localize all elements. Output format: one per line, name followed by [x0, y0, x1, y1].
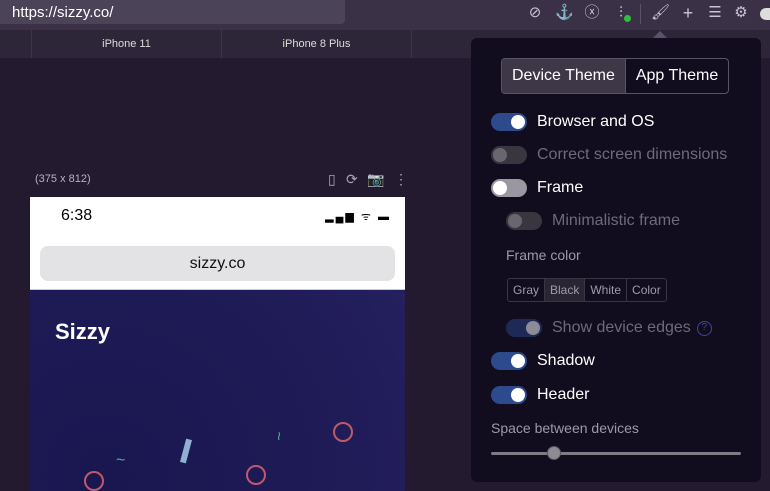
device-theme-tab[interactable]: Device Theme: [502, 59, 626, 93]
confetti-circle: [246, 465, 266, 485]
toggle[interactable]: [491, 113, 527, 131]
camera-icon[interactable]: 📷: [367, 171, 384, 187]
close-circle-icon[interactable]: ⓧ: [583, 4, 601, 22]
shadow-toggle-row[interactable]: Shadow: [491, 352, 595, 370]
more-icon[interactable]: ⋮: [394, 171, 408, 187]
frame-color-white[interactable]: White: [585, 279, 628, 301]
frame-color-gray[interactable]: Gray: [508, 279, 546, 301]
correct-dimensions-toggle-row[interactable]: Correct screen dimensions: [491, 146, 727, 164]
show-edges-toggle-row[interactable]: Show device edges?: [506, 319, 712, 337]
toggle-label: Show device edges: [552, 319, 691, 336]
signal-wifi-battery-icon: ▂▄▆ ᯤ ▬: [325, 211, 391, 223]
toggle-label: Minimalistic frame: [552, 212, 681, 229]
popover-caret: [653, 31, 667, 38]
space-slider[interactable]: [491, 446, 741, 460]
confetti-squiggle: ~: [269, 431, 287, 441]
toggle[interactable]: [491, 146, 527, 164]
toggle[interactable]: [491, 179, 527, 197]
tab-iphone-8-plus[interactable]: iPhone 8 Plus: [221, 30, 411, 58]
toggle-label: Header: [537, 386, 590, 403]
anchor-icon[interactable]: ⚓: [555, 4, 574, 22]
browser-os-toggle-row[interactable]: Browser and OS: [491, 113, 654, 131]
status-bar: 6:38 ▂▄▆ ᯤ ▬ sizzy.co: [30, 197, 405, 290]
compass-icon[interactable]: ⊘: [526, 4, 544, 22]
toggle[interactable]: [491, 352, 527, 370]
header-toggle-row[interactable]: Header: [491, 386, 589, 404]
phone-icon[interactable]: ▯: [328, 171, 336, 187]
tab-empty: [411, 30, 471, 58]
frame-color-color[interactable]: Color: [627, 279, 666, 301]
toggle-label: Correct screen dimensions: [537, 146, 728, 163]
confetti-bar: [179, 438, 193, 464]
frame-color-black[interactable]: Black: [545, 279, 586, 301]
brush-icon[interactable]: 🖌: [651, 4, 670, 22]
toolbar: https://sizzy.co/ ⊘ ⚓ ⓧ ⫶ 🖌 + ☰ ⚙: [0, 0, 770, 30]
list-icon[interactable]: ☰: [706, 4, 724, 22]
device-dimensions: (375 x 812): [35, 173, 91, 185]
status-time: 6:38: [61, 207, 93, 224]
confetti-squiggle: ~: [116, 452, 126, 469]
tab-iphone-11[interactable]: iPhone 11: [31, 30, 221, 58]
avatar[interactable]: [760, 8, 770, 20]
plus-icon[interactable]: +: [679, 4, 697, 22]
toggle-label: Shadow: [537, 352, 595, 369]
toggle[interactable]: [506, 212, 542, 230]
gear-icon[interactable]: ⚙: [732, 4, 750, 22]
frame-toggle-row[interactable]: Frame: [491, 179, 583, 197]
theme-settings-panel: Device Theme App Theme Browser and OS Co…: [471, 38, 761, 482]
confetti-circle: [333, 422, 353, 442]
url-input[interactable]: https://sizzy.co/: [0, 0, 345, 24]
theme-switch: Device Theme App Theme: [501, 58, 730, 94]
frame-color-selector: Gray Black White Color: [507, 278, 667, 302]
site-logo: Sizzy: [55, 319, 111, 344]
confetti-circle: [84, 471, 104, 491]
device-preview: 6:38 ▂▄▆ ᯤ ▬ sizzy.co Sizzy ~ ~: [30, 197, 405, 491]
space-between-label: Space between devices: [491, 420, 639, 436]
frame-color-label: Frame color: [506, 247, 581, 263]
toggle[interactable]: [506, 319, 542, 337]
mobile-address-bar[interactable]: sizzy.co: [40, 246, 395, 281]
slider-thumb[interactable]: [546, 446, 561, 460]
rotate-icon[interactable]: ⟳: [346, 171, 358, 187]
toggle-label: Frame: [537, 179, 584, 196]
minimalistic-frame-toggle-row[interactable]: Minimalistic frame: [506, 212, 680, 230]
toggle-label: Browser and OS: [537, 113, 655, 130]
sliders-icon[interactable]: ⫶: [612, 4, 631, 22]
divider: [640, 4, 641, 24]
help-icon[interactable]: ?: [696, 320, 712, 336]
toggle[interactable]: [491, 386, 527, 404]
app-theme-tab[interactable]: App Theme: [626, 59, 728, 93]
